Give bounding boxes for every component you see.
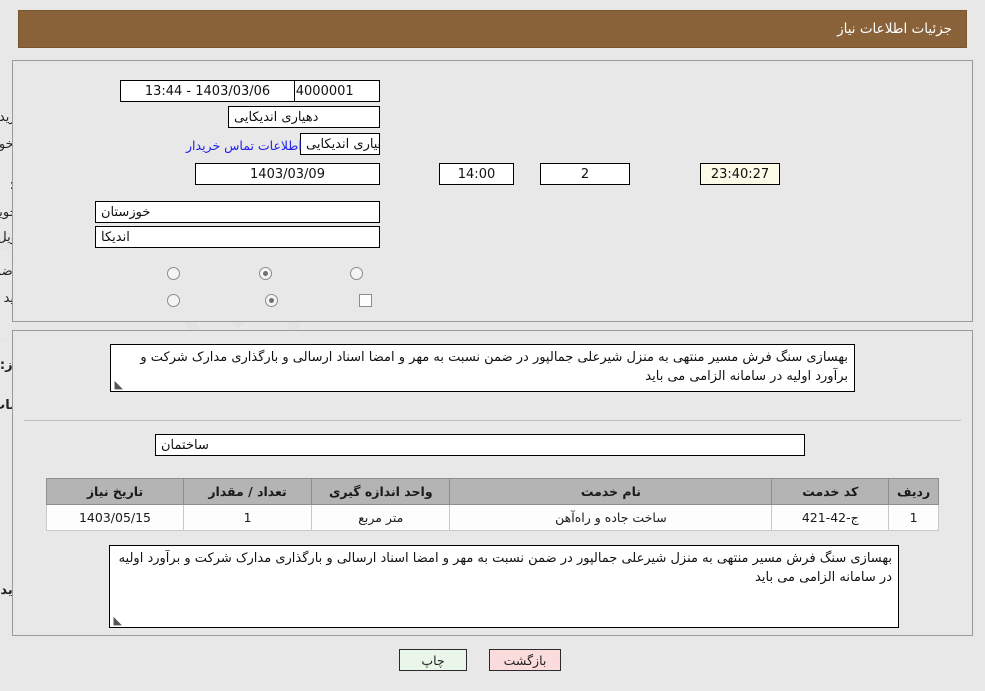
col-unit: واحد اندازه گیری xyxy=(311,478,451,505)
requester-value: صادق کتکی قنبری خواه امور مالی دهیاری ان… xyxy=(300,133,380,155)
category-radio-khadamat[interactable] xyxy=(259,267,272,280)
services-table: ردیف کد خدمت نام خدمت واحد اندازه گیری ت… xyxy=(46,478,939,531)
back-button[interactable]: بازگشت xyxy=(489,649,561,671)
buyer-contact-link[interactable]: اطلاعات تماس خریدار xyxy=(186,138,302,153)
announce-datetime-value: 1403/03/06 - 13:44 xyxy=(120,80,295,102)
cell-row: 1 xyxy=(888,504,939,531)
city-value: اندیکا xyxy=(95,226,380,248)
col-name: نام خدمت xyxy=(449,478,773,505)
days-remaining-value: 2 xyxy=(540,163,630,185)
col-date: تاریخ نیاز xyxy=(46,478,184,505)
col-row: ردیف xyxy=(888,478,939,505)
divider xyxy=(24,420,961,421)
category-radio-kala[interactable] xyxy=(167,267,180,280)
buyer-notes-value: بهسازی سنگ فرش مسیر منتهی به منزل شیرعلی… xyxy=(118,551,892,585)
buyer-notes-textarea[interactable]: بهسازی سنگ فرش مسیر منتهی به منزل شیرعلی… xyxy=(109,545,899,628)
col-code: کد خدمت xyxy=(771,478,890,505)
page-title: جزئیات اطلاعات نیاز xyxy=(837,21,952,37)
print-button[interactable]: چاپ xyxy=(399,649,467,671)
description-textarea[interactable]: بهسازی سنگ فرش مسیر منتهی به منزل شیرعلی… xyxy=(110,344,855,392)
process-radio-jozei[interactable] xyxy=(167,294,180,307)
table-header-row: ردیف کد خدمت نام خدمت واحد اندازه گیری ت… xyxy=(46,478,939,505)
treasury-docs-checkbox[interactable] xyxy=(359,294,372,307)
description-value: بهسازی سنگ فرش مسیر منتهی به منزل شیرعلی… xyxy=(140,350,848,384)
resize-grip-icon[interactable]: ◣ xyxy=(113,379,123,390)
deadline-date: 1403/03/09 xyxy=(195,163,380,185)
buyer-org-value: دهیاری اندیکایی xyxy=(228,106,380,128)
cell-code: ج-42-421 xyxy=(771,504,890,531)
services-table-wrap: ردیف کد خدمت نام خدمت واحد اندازه گیری ت… xyxy=(46,478,939,531)
page-header: جزئیات اطلاعات نیاز xyxy=(18,10,967,48)
cell-quantity: 1 xyxy=(182,504,313,531)
table-row[interactable]: 1 ج-42-421 ساخت جاده و راه‌آهن متر مربع … xyxy=(46,504,939,531)
service-group-value: ساختمان xyxy=(155,434,805,456)
page-root: Tender . AriaTender.net جزئیات اطلاعات ن… xyxy=(0,0,985,691)
cell-date: 1403/05/15 xyxy=(46,504,184,531)
cell-name: ساخت جاده و راه‌آهن xyxy=(449,504,773,531)
resize-grip-icon-2[interactable]: ◣ xyxy=(112,615,122,626)
category-radio-kala-khadamat[interactable] xyxy=(350,267,363,280)
province-value: خوزستان xyxy=(95,201,380,223)
countdown-value: 23:40:27 xyxy=(700,163,780,185)
process-radio-motevaset[interactable] xyxy=(265,294,278,307)
cell-unit: متر مربع xyxy=(311,504,451,531)
deadline-time: 14:00 xyxy=(439,163,514,185)
col-quantity: تعداد / مقدار xyxy=(182,478,313,505)
